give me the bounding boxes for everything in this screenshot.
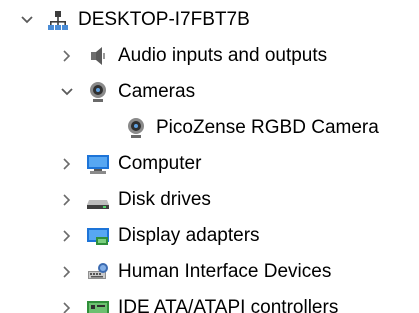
device-tree: DESKTOP-I7FBT7B Audio inputs and outputs: [0, 0, 419, 313]
chevron-right-icon[interactable]: [58, 263, 76, 281]
display-adapter-icon: [86, 224, 110, 248]
tree-item-display-adapters[interactable]: Display adapters: [0, 218, 419, 254]
chevron-right-icon[interactable]: [58, 227, 76, 245]
tree-item-ide-controllers[interactable]: IDE ATA/ATAPI controllers: [0, 290, 419, 313]
chevron-down-icon[interactable]: [58, 83, 76, 101]
tree-item-label: PicoZense RGBD Camera: [156, 117, 379, 138]
tree-item-label: Human Interface Devices: [118, 261, 332, 282]
chevron-right-icon[interactable]: [58, 191, 76, 209]
tree-root[interactable]: DESKTOP-I7FBT7B: [0, 2, 419, 38]
tree-item-computer[interactable]: Computer: [0, 146, 419, 182]
tree-item-human-interface-devices[interactable]: Human Interface Devices: [0, 254, 419, 290]
disk-drive-icon: [86, 188, 110, 212]
monitor-icon: [86, 152, 110, 176]
webcam-icon: [86, 80, 110, 104]
tree-item-audio[interactable]: Audio inputs and outputs: [0, 38, 419, 74]
tree-item-picozense-camera[interactable]: PicoZense RGBD Camera: [0, 110, 419, 146]
tree-item-label: IDE ATA/ATAPI controllers: [118, 297, 339, 313]
chevron-right-icon[interactable]: [58, 299, 76, 313]
tree-item-label: Display adapters: [118, 225, 260, 246]
tree-item-cameras[interactable]: Cameras: [0, 74, 419, 110]
chevron-right-icon[interactable]: [58, 47, 76, 65]
hid-icon: [86, 260, 110, 284]
speaker-icon: [86, 44, 110, 68]
tree-root-label: DESKTOP-I7FBT7B: [78, 9, 250, 30]
chevron-down-icon[interactable]: [18, 11, 36, 29]
tree-item-disk-drives[interactable]: Disk drives: [0, 182, 419, 218]
chevron-right-icon[interactable]: [58, 155, 76, 173]
tree-item-label: Cameras: [118, 81, 196, 102]
tree-item-label: Computer: [118, 153, 202, 174]
webcam-icon: [124, 116, 148, 140]
ide-controller-icon: [86, 296, 110, 313]
computer-tree-icon: [46, 8, 70, 32]
tree-item-label: Audio inputs and outputs: [118, 45, 328, 66]
tree-item-label: Disk drives: [118, 189, 211, 210]
